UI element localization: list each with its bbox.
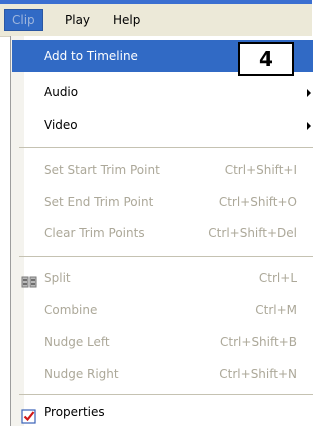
menu-bar: Clip Play Help bbox=[0, 4, 312, 37]
menu-separator bbox=[19, 394, 313, 395]
menu-item-video[interactable]: Video bbox=[12, 109, 313, 141]
menu-item-shortcut: Ctrl+Shift+N bbox=[219, 367, 297, 381]
split-icon bbox=[21, 270, 37, 288]
menu-item-label: Properties bbox=[44, 405, 105, 419]
menu-item-shortcut: Ctrl+Shift+O bbox=[218, 195, 297, 209]
menu-item-shortcut: Ctrl+L bbox=[258, 271, 297, 285]
menu-item-set-end-trim: Set End Trim Point Ctrl+Shift+O bbox=[12, 186, 313, 218]
menu-item-shortcut: Ctrl+Shift+Del bbox=[208, 226, 297, 240]
properties-checkmark-icon bbox=[21, 404, 37, 424]
menu-item-clear-trim: Clear Trim Points Ctrl+Shift+Del bbox=[12, 217, 313, 249]
menu-item-label: Split bbox=[44, 271, 71, 285]
menu-help[interactable]: Help bbox=[106, 10, 147, 30]
menu-item-split: Split Ctrl+L bbox=[12, 262, 313, 294]
menu-item-label: Nudge Left bbox=[44, 335, 110, 349]
step-callout-badge: 4 bbox=[238, 42, 294, 76]
menu-item-label: Clear Trim Points bbox=[44, 226, 145, 240]
menu-item-label: Nudge Right bbox=[44, 367, 119, 381]
menu-item-label: Video bbox=[44, 118, 78, 132]
menu-item-shortcut: Ctrl+M bbox=[255, 303, 297, 317]
menu-item-nudge-right: Nudge Right Ctrl+Shift+N bbox=[12, 358, 313, 390]
menu-item-shortcut: Ctrl+Shift+B bbox=[220, 335, 297, 349]
menu-item-label: Audio bbox=[44, 85, 79, 99]
menu-clip[interactable]: Clip bbox=[4, 9, 43, 31]
menu-item-label: Combine bbox=[44, 303, 98, 317]
menu-item-label: Set End Trim Point bbox=[44, 195, 154, 209]
menu-item-label: Add to Timeline bbox=[44, 49, 138, 63]
menu-item-label: Set Start Trim Point bbox=[44, 163, 160, 177]
menu-item-shortcut: Ctrl+Shift+I bbox=[224, 163, 297, 177]
menu-item-properties[interactable]: Properties bbox=[12, 396, 313, 428]
menu-separator bbox=[19, 147, 313, 148]
submenu-arrow-icon bbox=[307, 122, 311, 130]
menu-item-audio[interactable]: Audio bbox=[12, 76, 313, 108]
clip-dropdown-menu: Add to Timeline Audio Video Set Start Tr… bbox=[10, 36, 313, 426]
menu-item-nudge-left: Nudge Left Ctrl+Shift+B bbox=[12, 326, 313, 358]
submenu-arrow-icon bbox=[307, 89, 311, 97]
menu-item-combine: Combine Ctrl+M bbox=[12, 294, 313, 326]
menu-play[interactable]: Play bbox=[58, 10, 97, 30]
menu-separator bbox=[19, 256, 313, 257]
menu-item-set-start-trim: Set Start Trim Point Ctrl+Shift+I bbox=[12, 154, 313, 186]
